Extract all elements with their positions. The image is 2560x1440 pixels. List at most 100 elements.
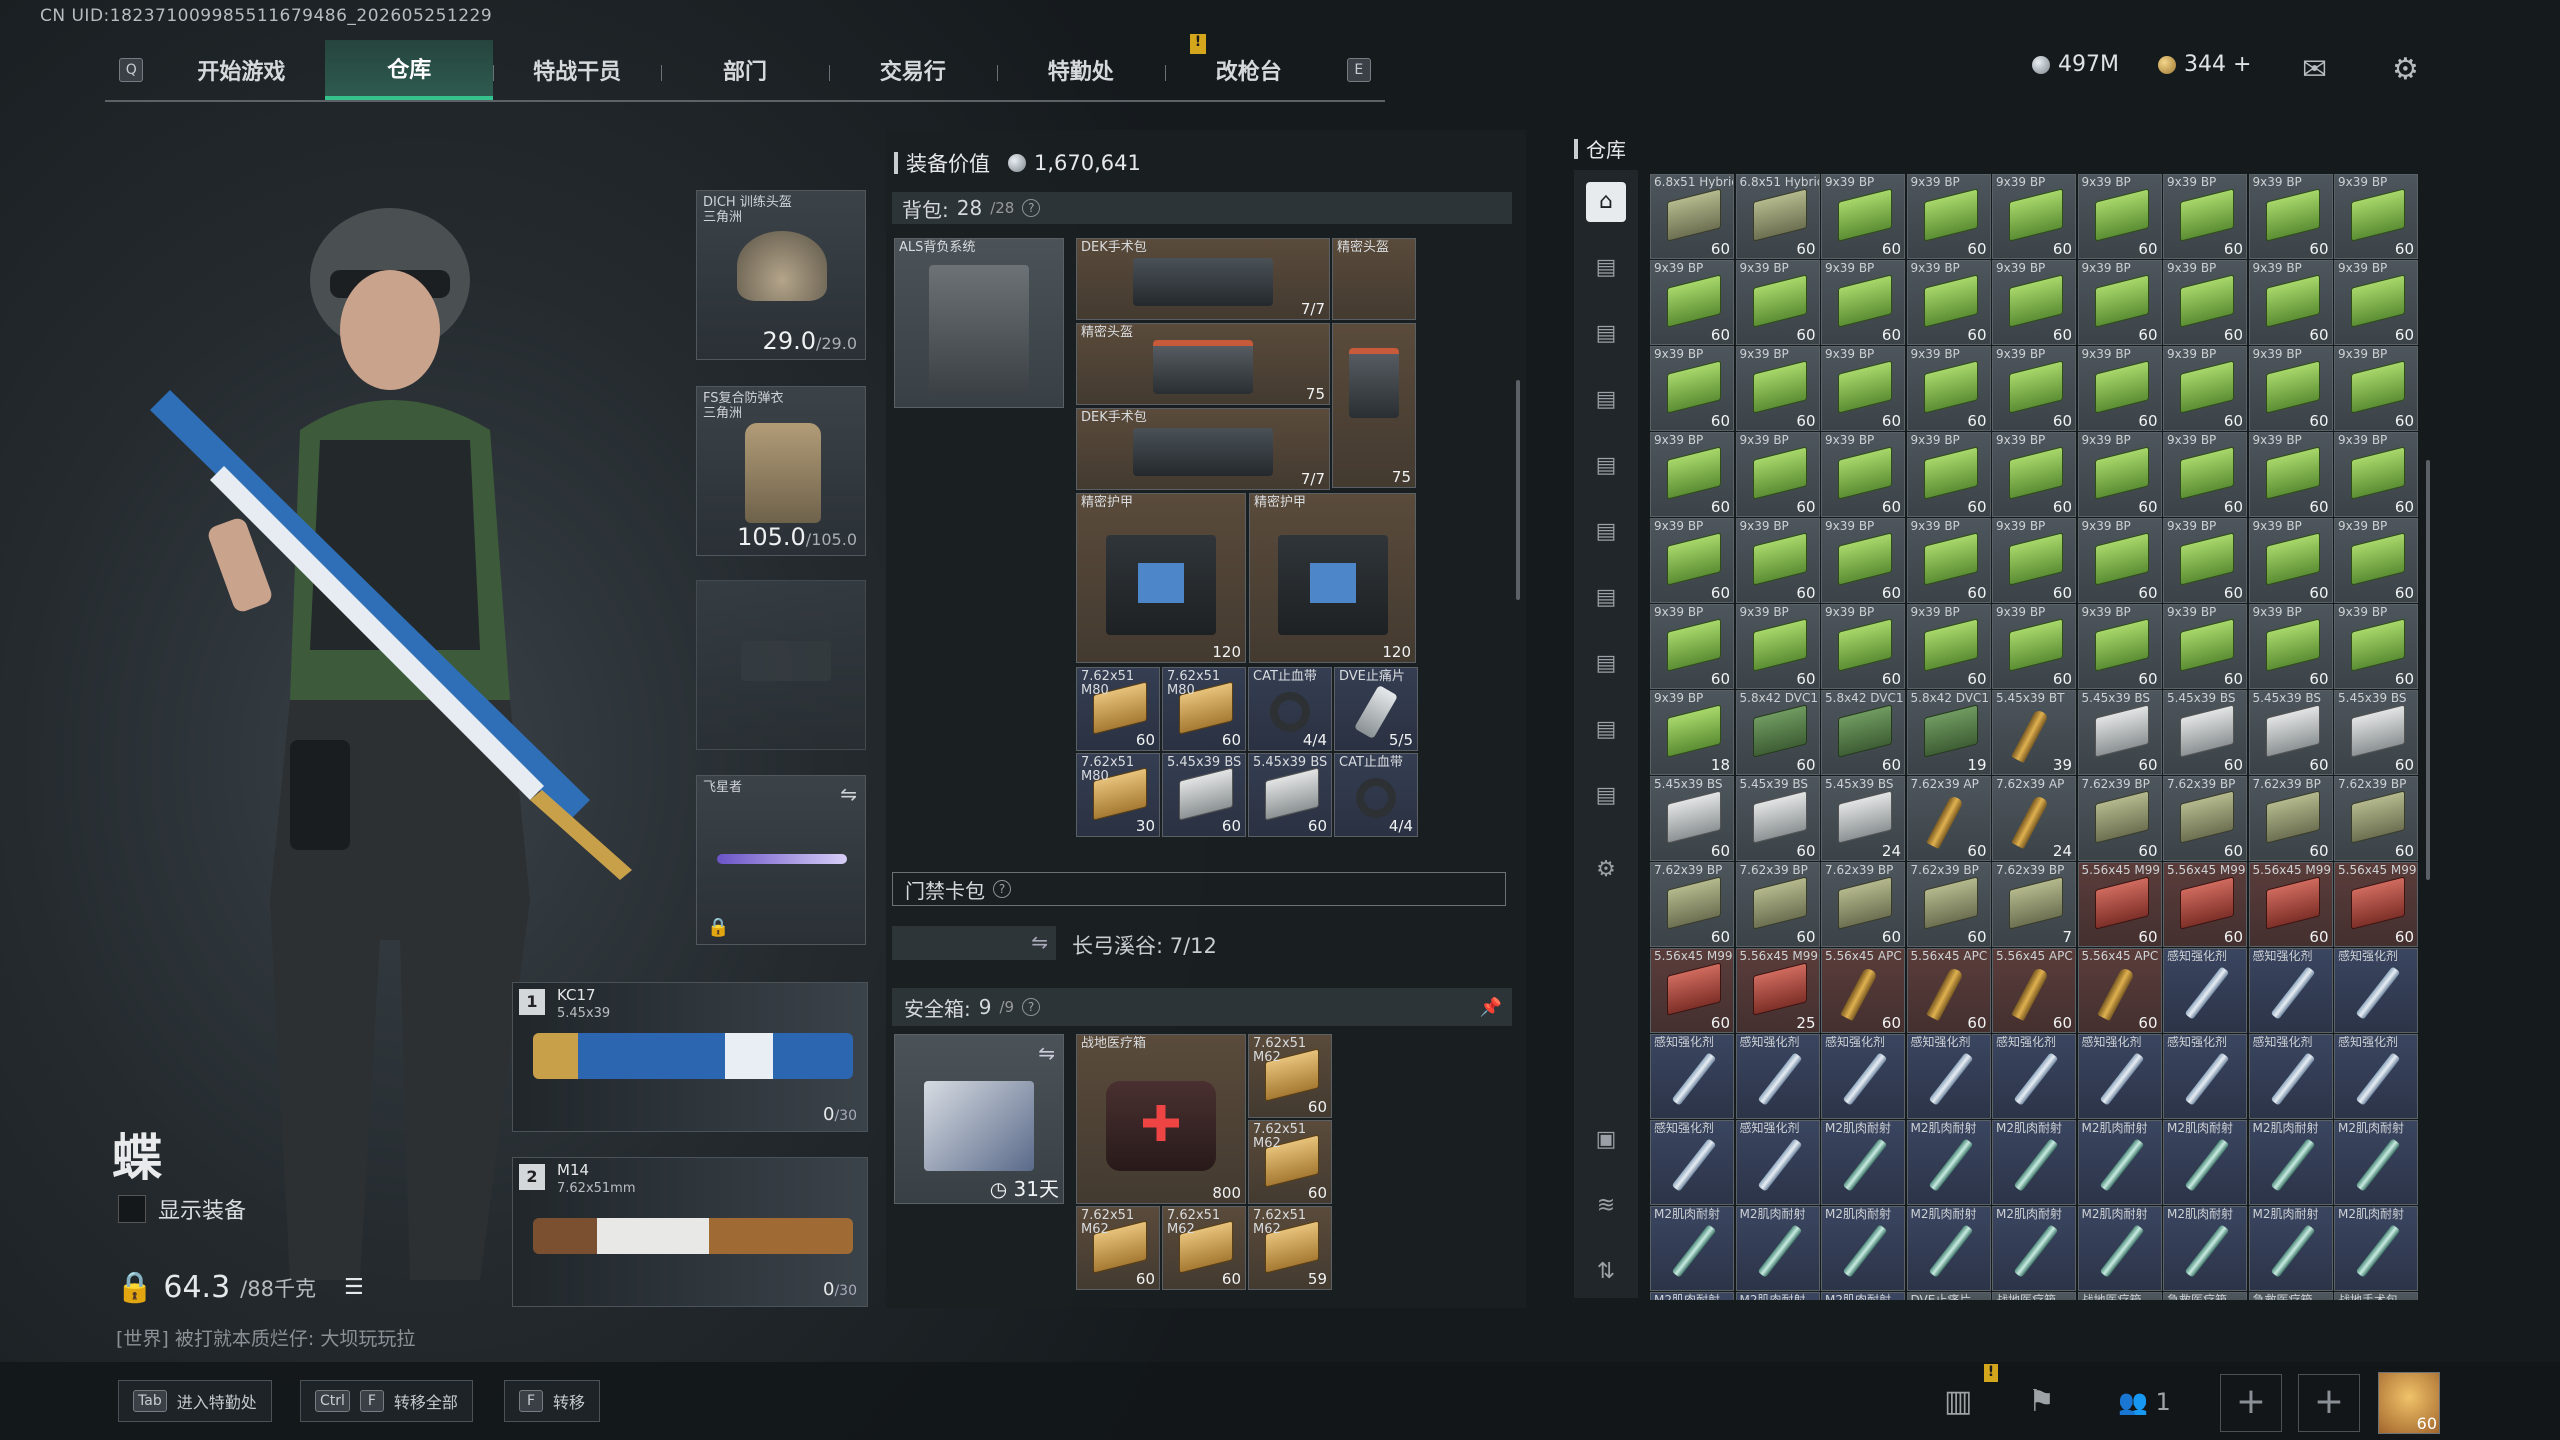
- armor-slot[interactable]: FS复合防弹衣 三角洲 105.0/105.0: [696, 386, 866, 556]
- warehouse-item[interactable]: M2肌肉耐射: [1821, 1120, 1905, 1205]
- warehouse-item[interactable]: 感知强化剂: [2163, 948, 2247, 1033]
- warehouse-item[interactable]: 9x39 BP 60: [2334, 432, 2418, 517]
- backpack-item-10[interactable]: DVE止痛片 5/5: [1334, 667, 1418, 751]
- warehouse-item[interactable]: 9x39 BP 60: [1821, 260, 1905, 345]
- storage-tab-9-icon[interactable]: ▤: [1586, 776, 1626, 816]
- warehouse-item[interactable]: 5.56x45 APC 60: [1821, 948, 1905, 1033]
- gear-icon[interactable]: ⚙: [2392, 52, 2419, 87]
- warehouse-item[interactable]: 9x39 BP 60: [1821, 174, 1905, 259]
- add-party-slot-icon[interactable]: +: [2298, 1374, 2360, 1432]
- backpack-item-12[interactable]: 5.45x39 BS 60: [1162, 753, 1246, 837]
- warehouse-item[interactable]: 9x39 BP 60: [1735, 604, 1820, 689]
- warehouse-item[interactable]: 9x39 BP 60: [2248, 518, 2333, 603]
- warehouse-item[interactable]: 感知强化剂: [2163, 1034, 2247, 1119]
- warehouse-item[interactable]: 9x39 BP 60: [2077, 604, 2162, 689]
- warehouse-item[interactable]: 9x39 BP 60: [2163, 174, 2247, 259]
- warehouse-item[interactable]: M2肌肉耐射: [1650, 1206, 1734, 1291]
- backpack-item-3[interactable]: DEK手术包 7/7: [1076, 408, 1330, 490]
- warehouse-item[interactable]: 9x39 BP 60: [2334, 346, 2418, 431]
- backpack-item-0[interactable]: DEK手术包 7/7: [1076, 238, 1330, 320]
- backpack-item[interactable]: ALS背负系统: [894, 238, 1064, 408]
- warehouse-item[interactable]: M2肌肉耐射: [2163, 1120, 2247, 1205]
- backpack-item-11[interactable]: 7.62x51 M80 30: [1076, 753, 1160, 837]
- weapon-slot-2[interactable]: 2 M14 7.62x51mm 0/30: [512, 1157, 868, 1307]
- helmet-slot[interactable]: DICH 训练头盔 三角洲 29.0/29.0: [696, 190, 866, 360]
- show-gear-toggle[interactable]: 显示装备: [118, 1193, 246, 1225]
- warehouse-item[interactable]: 9x39 BP 60: [2334, 174, 2418, 259]
- warehouse-item[interactable]: M2肌肉耐射: [2248, 1120, 2333, 1205]
- warehouse-item[interactable]: M2肌肉耐射: [1992, 1120, 2076, 1205]
- warehouse-item[interactable]: 9x39 BP 60: [1906, 260, 1991, 345]
- warehouse-item[interactable]: 感知强化剂: [1735, 1120, 1820, 1205]
- safe-item-1[interactable]: 7.62x51 M62 60: [1248, 1034, 1332, 1118]
- pistol-slot-empty[interactable]: [696, 580, 866, 750]
- help-icon[interactable]: ?: [993, 880, 1011, 898]
- world-chat[interactable]: [世界] 被打就本质烂仔: 大坝玩玩拉: [116, 1324, 415, 1351]
- help-icon[interactable]: ?: [1022, 199, 1041, 217]
- safe-item-3[interactable]: 7.62x51 M62 60: [1076, 1206, 1160, 1290]
- warehouse-item[interactable]: M2肌肉耐射: [1735, 1292, 1820, 1300]
- warehouse-item[interactable]: 7.62x39 BP 60: [2163, 776, 2247, 861]
- swap-icon[interactable]: ⇋: [1038, 1041, 1055, 1065]
- warehouse-item[interactable]: M2肌肉耐射: [1735, 1206, 1820, 1291]
- tab-operators[interactable]: 特战干员: [493, 40, 661, 100]
- player-avatar[interactable]: 60: [2378, 1372, 2440, 1434]
- warehouse-item[interactable]: 5.56x45 APC 60: [1992, 948, 2076, 1033]
- warehouse-item[interactable]: DVE止痛片: [1906, 1292, 1991, 1300]
- mail-icon[interactable]: ✉: [2302, 52, 2327, 87]
- warehouse-item[interactable]: 5.56x45 APC 60: [2077, 948, 2162, 1033]
- warehouse-item[interactable]: 感知强化剂: [2334, 948, 2418, 1033]
- warehouse-item[interactable]: 9x39 BP 18: [1650, 690, 1734, 775]
- transfer-all-button[interactable]: Ctrl F 转移全部: [300, 1380, 473, 1422]
- warehouse-item[interactable]: 9x39 BP 60: [2163, 432, 2247, 517]
- flag-icon[interactable]: ⚑: [2028, 1384, 2055, 1419]
- safe-box-item[interactable]: ⇋ ◷ 31天: [894, 1034, 1064, 1204]
- warehouse-item[interactable]: M2肌肉耐射: [2077, 1206, 2162, 1291]
- warehouse-item[interactable]: 5.56x45 M995 25: [1735, 948, 1820, 1033]
- warehouse-item[interactable]: M2肌肉耐射: [2077, 1120, 2162, 1205]
- warehouse-item[interactable]: 9x39 BP 60: [2248, 432, 2333, 517]
- warehouse-item[interactable]: 9x39 BP 60: [1906, 174, 1991, 259]
- list-icon[interactable]: ☰: [344, 1275, 364, 1300]
- friends-button[interactable]: 👥 1: [2118, 1388, 2171, 1416]
- tab-start-game[interactable]: 开始游戏: [157, 40, 325, 100]
- warehouse-item[interactable]: 5.56x45 M995 60: [2163, 862, 2247, 947]
- warehouse-item[interactable]: 9x39 BP 60: [2077, 260, 2162, 345]
- help-icon[interactable]: ?: [1022, 998, 1041, 1016]
- warehouse-item[interactable]: 9x39 BP 60: [1906, 604, 1991, 689]
- swap-icon[interactable]: ⇋: [1031, 930, 1048, 954]
- warehouse-item[interactable]: 5.45x39 BS 24: [1821, 776, 1905, 861]
- warehouse-item[interactable]: M2肌肉耐射: [1821, 1292, 1905, 1300]
- warehouse-item[interactable]: 9x39 BP 60: [2077, 346, 2162, 431]
- warehouse-item[interactable]: M2肌肉耐射: [2163, 1206, 2247, 1291]
- prev-tab-key[interactable]: Q: [119, 58, 144, 82]
- warehouse-item[interactable]: 9x39 BP 60: [2334, 518, 2418, 603]
- warehouse-item[interactable]: 5.8x42 DVC12 60: [1735, 690, 1820, 775]
- warehouse-all-icon[interactable]: ⌂: [1586, 182, 1626, 222]
- warehouse-item[interactable]: 9x39 BP 60: [1650, 518, 1734, 603]
- sort-icon[interactable]: ⇅: [1586, 1252, 1626, 1292]
- backpack-item-2[interactable]: 精密头盔 75: [1076, 323, 1330, 405]
- warehouse-item[interactable]: 感知强化剂: [1992, 1034, 2076, 1119]
- storage-tab-4-icon[interactable]: ▤: [1586, 446, 1626, 486]
- warehouse-item[interactable]: 9x39 BP 60: [2163, 604, 2247, 689]
- safe-item-2[interactable]: 7.62x51 M62 60: [1248, 1120, 1332, 1204]
- warehouse-item[interactable]: 9x39 BP 60: [1992, 260, 2076, 345]
- warehouse-item[interactable]: 9x39 BP 60: [2163, 260, 2247, 345]
- backpack-item-14[interactable]: CAT止血带 4/4: [1334, 753, 1418, 837]
- storage-expand-icon[interactable]: ▣: [1586, 1120, 1626, 1160]
- warehouse-item[interactable]: 5.45x39 BS 60: [2163, 690, 2247, 775]
- warehouse-item[interactable]: 9x39 BP 60: [2248, 346, 2333, 431]
- warehouse-item[interactable]: 7.62x39 AP 60: [1906, 776, 1991, 861]
- warehouse-item[interactable]: 9x39 BP 60: [1650, 346, 1734, 431]
- warehouse-item[interactable]: 战地手术包: [2334, 1292, 2418, 1300]
- warehouse-item[interactable]: 9x39 BP 60: [1650, 432, 1734, 517]
- storage-tab-2-icon[interactable]: ▤: [1586, 314, 1626, 354]
- warehouse-item[interactable]: 7.62x39 BP 60: [1650, 862, 1734, 947]
- storage-tab-7-icon[interactable]: ▤: [1586, 644, 1626, 684]
- warehouse-item[interactable]: 7.62x39 BP 60: [2334, 776, 2418, 861]
- backpack-item-7[interactable]: 7.62x51 M80 60: [1076, 667, 1160, 751]
- warehouse-item[interactable]: 9x39 BP 60: [2248, 260, 2333, 345]
- warehouse-item[interactable]: 9x39 BP 60: [2163, 346, 2247, 431]
- storage-tab-1-icon[interactable]: ▤: [1586, 248, 1626, 288]
